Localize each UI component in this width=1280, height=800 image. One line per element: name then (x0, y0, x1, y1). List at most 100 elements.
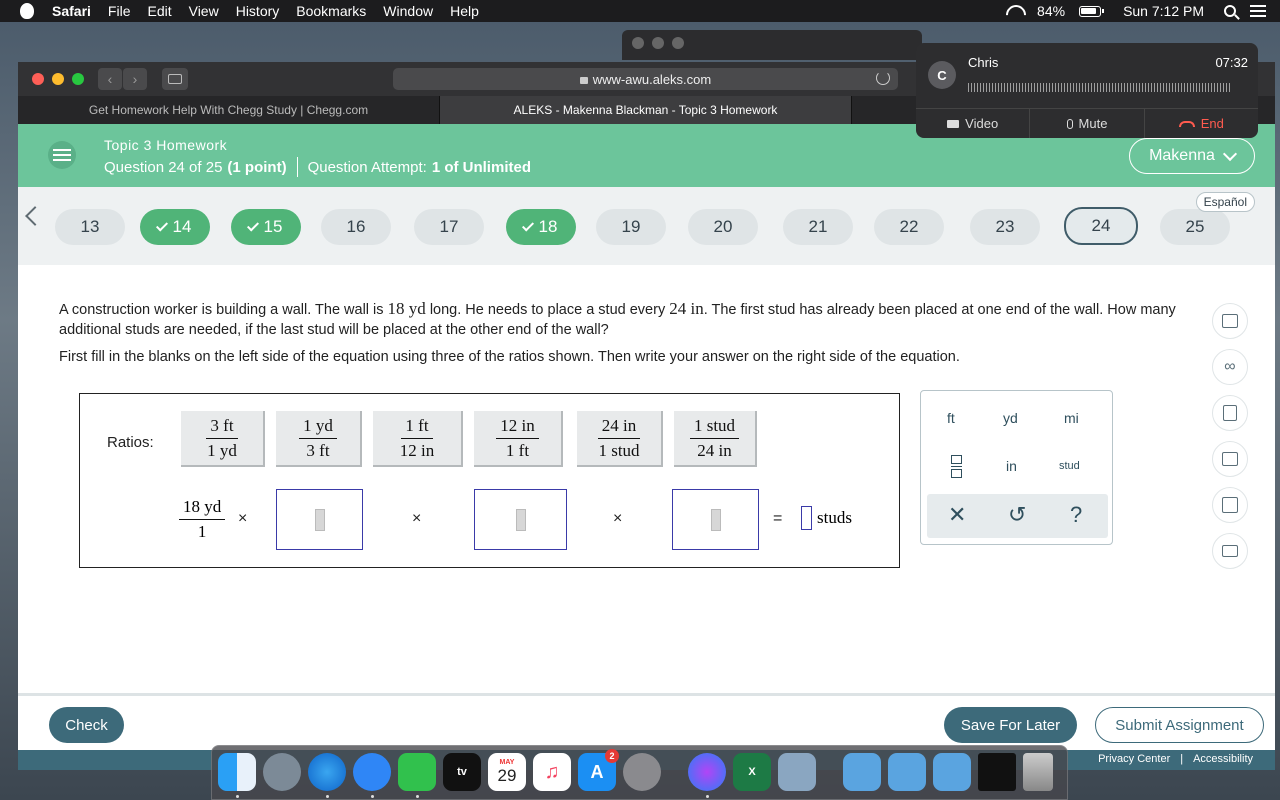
apple-tv-icon[interactable]: tv (443, 753, 481, 791)
question-18-button[interactable]: 18 (506, 209, 576, 245)
close-window-button[interactable] (32, 73, 44, 85)
ratio-tile[interactable]: 3 ft 1 yd (181, 411, 265, 467)
ratio-tile[interactable]: 1 yd 3 ft (276, 411, 362, 467)
question-15-button[interactable]: 15 (231, 209, 301, 245)
unit-stud-button[interactable]: stud (1059, 460, 1080, 472)
ratio-tile[interactable]: 24 in 1 stud (577, 411, 663, 467)
question-23-button[interactable]: 23 (970, 209, 1040, 245)
spotlight-search-icon[interactable] (1224, 5, 1236, 17)
tab-aleks[interactable]: ALEKS - Makenna Blackman - Topic 3 Homew… (440, 96, 852, 124)
question-22-button[interactable]: 22 (874, 209, 944, 245)
preview-icon[interactable] (778, 753, 816, 791)
ratio-tile[interactable]: 1 ft 12 in (373, 411, 463, 467)
excel-icon[interactable]: X (733, 753, 771, 791)
ratio-drop-slot-3[interactable] (672, 489, 759, 550)
textbook-icon[interactable] (1212, 487, 1248, 523)
forward-button[interactable]: › (123, 68, 147, 90)
ratio-denominator: 1 ft (505, 440, 530, 460)
clock[interactable]: Sun 7:12 PM (1123, 3, 1204, 19)
privacy-center-link[interactable]: Privacy Center (1098, 753, 1170, 765)
zoom-window-button[interactable] (72, 73, 84, 85)
screen-thumbnail-icon[interactable] (978, 753, 1016, 791)
apple-icon[interactable] (20, 3, 34, 19)
notification-center-icon[interactable] (1250, 5, 1266, 17)
unit-ft-button[interactable]: ft (947, 410, 955, 426)
menu-hamburger-icon[interactable] (48, 141, 76, 169)
app-store-icon[interactable]: A 2 (578, 749, 619, 791)
facetime-icon[interactable] (398, 753, 436, 791)
clear-icon[interactable]: ✕ (948, 502, 966, 528)
equation-workspace: Ratios: 3 ft 1 yd 1 yd 3 ft 1 ft 12 in 1… (79, 393, 900, 568)
user-menu-button[interactable]: Makenna (1129, 138, 1255, 174)
question-20-button[interactable]: 20 (688, 209, 758, 245)
messenger-icon[interactable] (688, 753, 726, 791)
ratio-tile[interactable]: 12 in 1 ft (474, 411, 563, 467)
downloads-folder-icon[interactable] (933, 753, 971, 791)
infinity-icon[interactable]: ∞ (1212, 349, 1248, 385)
ratio-drop-slot-2[interactable] (474, 489, 567, 550)
help-icon[interactable]: ? (1070, 502, 1082, 528)
message-envelope-icon[interactable] (1212, 533, 1248, 569)
unit-mi-button[interactable]: mi (1064, 410, 1079, 426)
question-14-button[interactable]: 14 (140, 209, 210, 245)
system-preferences-icon[interactable] (623, 753, 661, 791)
menu-edit[interactable]: Edit (147, 3, 171, 19)
video-button[interactable]: Video (916, 109, 1031, 138)
menu-app-name[interactable]: Safari (52, 3, 91, 19)
worksheet-icon[interactable] (1212, 395, 1248, 431)
ratio-tile[interactable]: 1 stud 24 in (674, 411, 757, 467)
menu-help[interactable]: Help (450, 3, 479, 19)
back-button[interactable]: ‹ (98, 68, 122, 90)
applications-folder-icon[interactable] (843, 753, 881, 791)
question-17-button[interactable]: 17 (414, 209, 484, 245)
finder-icon[interactable] (218, 753, 256, 791)
launchpad-icon[interactable] (263, 753, 301, 791)
check-button[interactable]: Check (49, 707, 124, 743)
ratio-drop-slot-1[interactable] (276, 489, 363, 550)
keypad-actions: ✕ ↺ ? (927, 494, 1108, 538)
trash-icon[interactable] (1023, 753, 1053, 791)
language-toggle[interactable]: Español (1195, 192, 1255, 212)
mute-label: Mute (1078, 116, 1108, 131)
question-16-button[interactable]: 16 (321, 209, 391, 245)
question-24-button[interactable]: 24 (1064, 207, 1138, 245)
safari-icon[interactable] (308, 753, 346, 791)
battery-icon[interactable] (1079, 5, 1105, 17)
question-21-button[interactable]: 21 (783, 209, 853, 245)
tab-chegg[interactable]: Get Homework Help With Chegg Study | Che… (18, 96, 440, 124)
answer-input[interactable] (801, 506, 812, 530)
mute-button[interactable]: Mute (1030, 109, 1145, 138)
question-25-button[interactable]: 25 (1160, 209, 1230, 245)
menu-window[interactable]: Window (383, 3, 433, 19)
minimize-window-button[interactable] (52, 73, 64, 85)
menu-history[interactable]: History (236, 3, 280, 19)
accessibility-link[interactable]: Accessibility (1193, 753, 1253, 765)
menu-bookmarks[interactable]: Bookmarks (296, 3, 366, 19)
menu-view[interactable]: View (189, 3, 219, 19)
unit-keypad: ft yd mi in stud ✕ ↺ ? (920, 390, 1113, 545)
previous-questions-icon[interactable] (25, 206, 45, 226)
fraction-template-icon[interactable] (951, 455, 963, 478)
question-13-button[interactable]: 13 (55, 209, 125, 245)
question-19-button[interactable]: 19 (596, 209, 666, 245)
wifi-icon[interactable] (1005, 5, 1023, 17)
submit-assignment-button[interactable]: Submit Assignment (1095, 707, 1264, 743)
messages-icon[interactable] (353, 753, 391, 791)
reload-icon[interactable] (876, 71, 890, 85)
unit-in-button[interactable]: in (1006, 458, 1017, 474)
undo-icon[interactable]: ↺ (1008, 502, 1026, 528)
end-call-button[interactable]: End (1145, 109, 1258, 138)
documents-folder-icon[interactable] (888, 753, 926, 791)
question-number: 14 (172, 217, 192, 236)
footer-separator: | (1180, 753, 1184, 765)
menu-file[interactable]: File (108, 3, 131, 19)
calculator-icon[interactable] (1212, 303, 1248, 339)
address-bar[interactable]: www-awu.aleks.com (393, 68, 898, 90)
save-for-later-button[interactable]: Save For Later (944, 707, 1077, 743)
caller-avatar: C (928, 61, 956, 89)
unit-yd-button[interactable]: yd (1003, 410, 1018, 426)
calendar-icon[interactable]: MAY 29 (488, 753, 526, 791)
video-play-icon[interactable] (1212, 441, 1248, 477)
music-icon[interactable]: ♫ (533, 753, 571, 791)
sidebar-toggle-button[interactable] (162, 68, 188, 90)
